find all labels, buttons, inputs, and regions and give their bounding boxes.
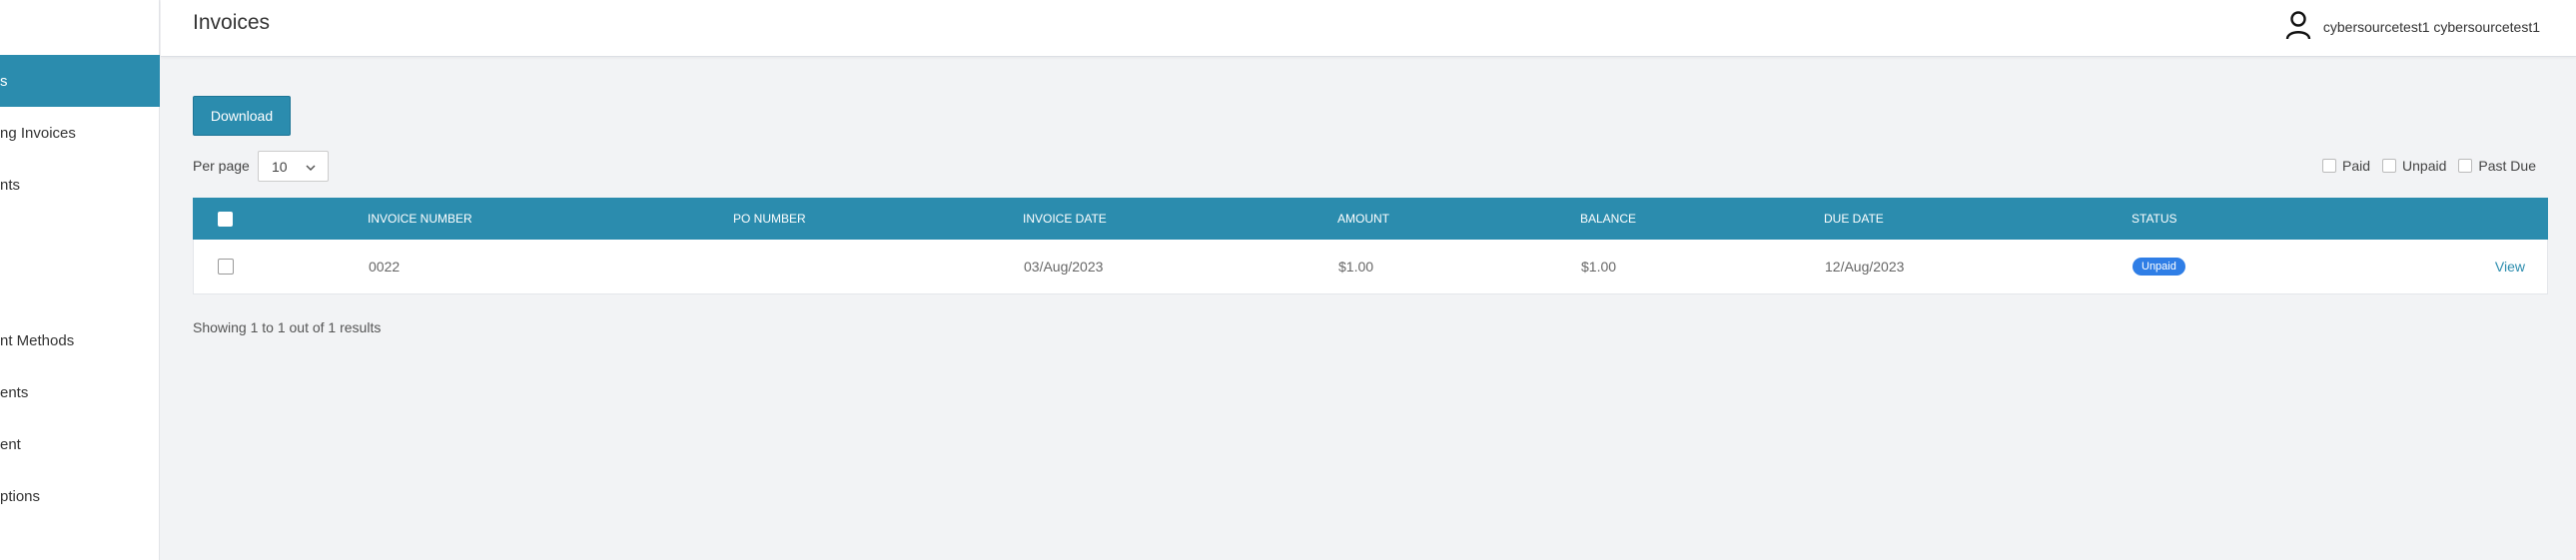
cell-balance: $1.00: [1581, 259, 1617, 275]
cell-invoice-date: 03/Aug/2023: [1024, 259, 1104, 275]
top-header: Invoices cybersourcetest1 cybersourcetes…: [161, 0, 2576, 57]
table-row: 0022 03/Aug/2023 $1.00 $1.00 12/Aug/2023…: [193, 240, 2548, 294]
sidebar-item-invoices[interactable]: s: [0, 55, 160, 107]
filter-paid-label: Paid: [2342, 158, 2371, 174]
sidebar-item-label: ng Invoices: [0, 124, 76, 142]
sidebar: s ng Invoices nts nt Methods ents ent pt…: [0, 0, 160, 560]
sidebar-item-settlement[interactable]: ent: [0, 418, 160, 470]
cell-due-date: 12/Aug/2023: [1825, 259, 1905, 275]
column-header-invoice-date[interactable]: INVOICE DATE: [1023, 198, 1107, 240]
filter-unpaid[interactable]: Unpaid: [2382, 158, 2446, 174]
sidebar-item-label: s: [0, 72, 8, 90]
cell-action: View: [2495, 240, 2525, 293]
column-header-balance[interactable]: BALANCE: [1580, 198, 1636, 240]
column-header-invoice-number[interactable]: INVOICE NUMBER: [368, 198, 472, 240]
sidebar-item-label: nt Methods: [0, 331, 75, 349]
invoices-table: INVOICE NUMBER PO NUMBER INVOICE DATE AM…: [193, 198, 2548, 294]
past-due-checkbox[interactable]: [2458, 159, 2473, 173]
select-all-cell: [218, 198, 233, 240]
per-page-value: 10: [272, 158, 288, 175]
sidebar-item-statements[interactable]: ents: [0, 366, 160, 418]
column-header-amount[interactable]: AMOUNT: [1337, 198, 1389, 240]
filter-past-due[interactable]: Past Due: [2458, 158, 2536, 174]
sidebar-item-label: ent: [0, 435, 21, 453]
select-all-checkbox[interactable]: [218, 211, 233, 227]
sidebar-item-payments[interactable]: nts: [0, 159, 160, 211]
download-button[interactable]: Download: [193, 96, 291, 136]
sidebar-item-pending-invoices[interactable]: ng Invoices: [0, 107, 160, 159]
user-menu[interactable]: cybersourcetest1 cybersourcetest1: [2285, 10, 2540, 43]
cell-status: Unpaid: [2133, 240, 2185, 293]
column-header-status[interactable]: STATUS: [2132, 198, 2177, 240]
sidebar-item-payment-methods[interactable]: nt Methods: [0, 314, 160, 366]
per-page-label: Per page: [193, 158, 250, 174]
sidebar-item-label: ptions: [0, 487, 41, 505]
per-page-select[interactable]: 10: [258, 151, 329, 182]
user-icon: [2285, 10, 2323, 43]
row-select-cell: [218, 240, 234, 293]
view-invoice-link[interactable]: View: [2495, 259, 2525, 275]
column-header-po-number[interactable]: PO NUMBER: [733, 198, 806, 240]
filter-past-due-label: Past Due: [2478, 158, 2536, 174]
chevron-down-icon: [305, 161, 317, 177]
page-title: Invoices: [193, 11, 271, 34]
sidebar-item-subscriptions[interactable]: ptions: [0, 470, 160, 522]
column-header-due-date[interactable]: DUE DATE: [1824, 198, 1884, 240]
row-checkbox[interactable]: [218, 259, 234, 275]
status-badge: Unpaid: [2133, 258, 2185, 276]
unpaid-checkbox[interactable]: [2382, 159, 2397, 173]
sidebar-item-label: nts: [0, 176, 21, 194]
sidebar-item-label: ents: [0, 383, 29, 401]
cell-invoice-number: 0022: [369, 259, 401, 275]
paid-checkbox[interactable]: [2322, 159, 2336, 173]
user-name: cybersourcetest1 cybersourcetest1: [2322, 18, 2540, 35]
status-filters: Paid Unpaid Past Due: [2310, 158, 2536, 174]
filter-paid[interactable]: Paid: [2322, 158, 2370, 174]
cell-amount: $1.00: [1338, 259, 1374, 275]
table-header: INVOICE NUMBER PO NUMBER INVOICE DATE AM…: [193, 198, 2548, 240]
results-summary: Showing 1 to 1 out of 1 results: [193, 319, 382, 335]
filter-unpaid-label: Unpaid: [2402, 158, 2447, 174]
